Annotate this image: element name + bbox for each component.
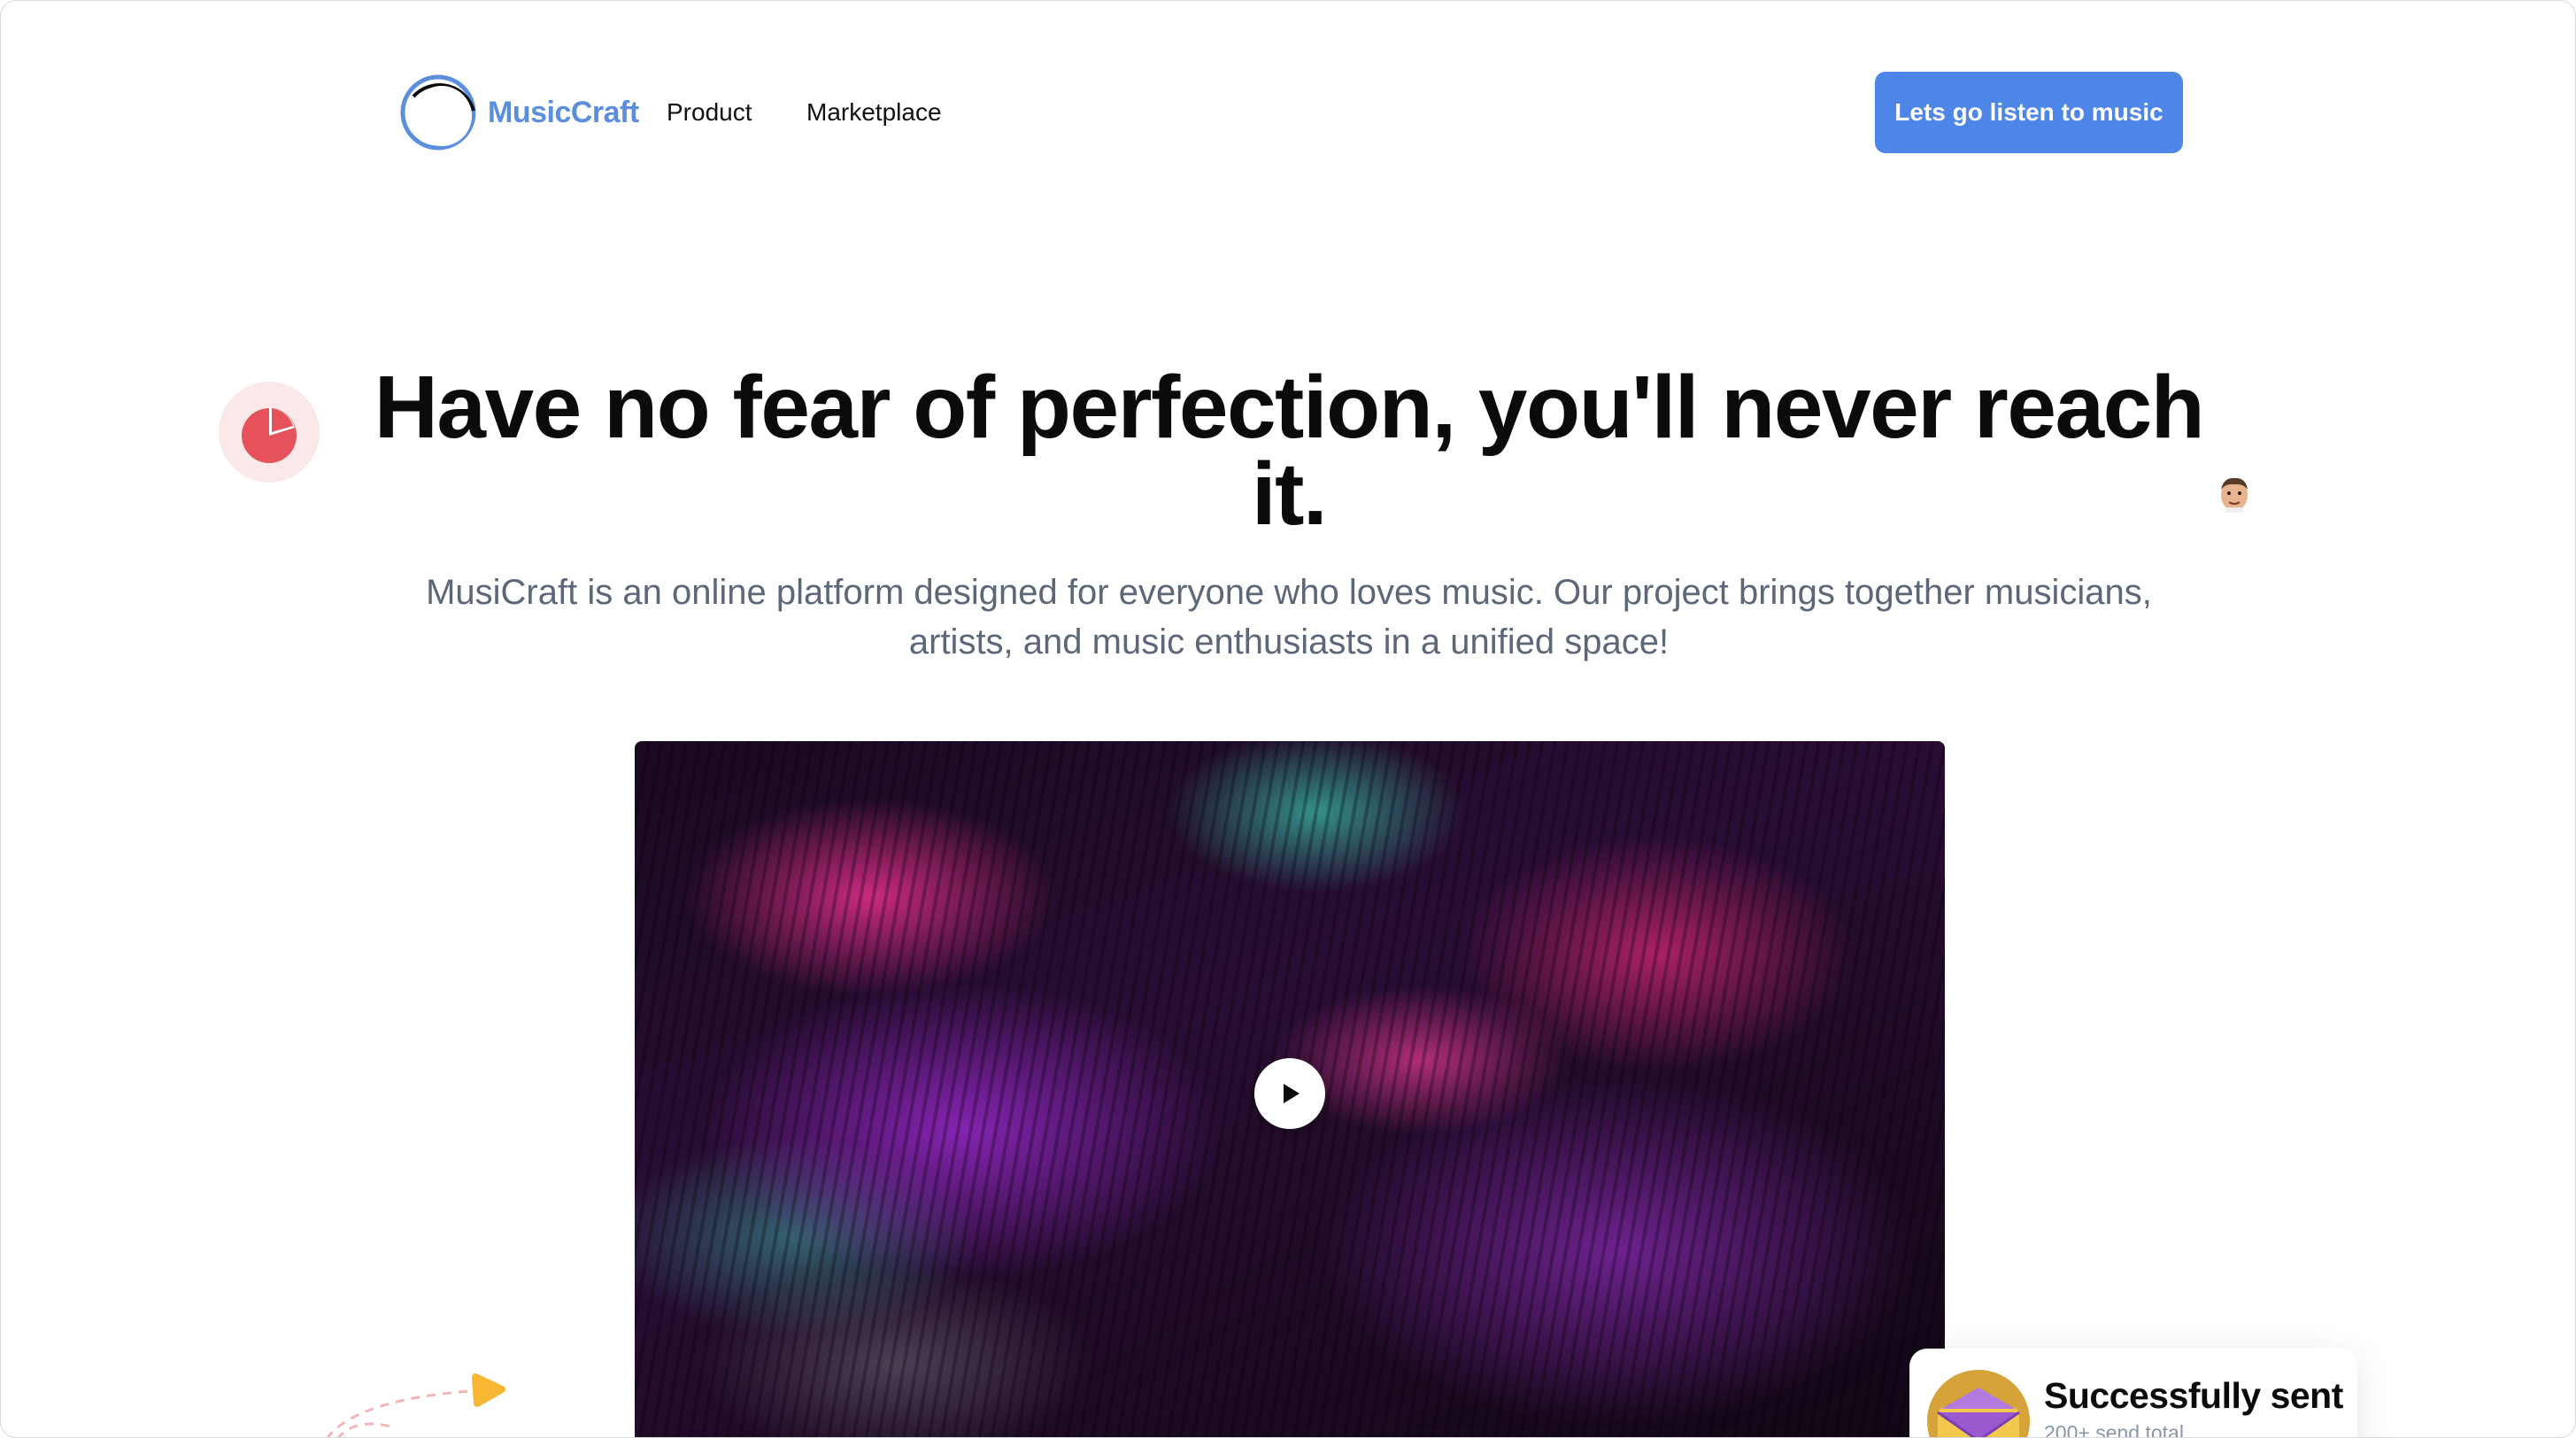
play-button[interactable] — [1254, 1058, 1325, 1129]
pie-chart-icon — [219, 382, 320, 483]
notification-subtitle: 200+ send total — [2044, 1421, 2184, 1438]
logo-ring-icon — [400, 74, 476, 151]
dashed-arrow-icon — [326, 1373, 505, 1437]
play-icon — [1284, 1084, 1300, 1103]
brand-name: MusicCraft — [488, 95, 639, 129]
nav-link-product[interactable]: Product — [667, 98, 752, 127]
hero-headline: Have no fear of perfection, you'll never… — [374, 358, 2205, 544]
notification-card: Successfully sent 200+ send total — [1909, 1349, 2357, 1438]
nav-link-marketplace[interactable]: Marketplace — [806, 98, 942, 127]
envelope-icon — [1927, 1370, 2030, 1437]
notification-title: Successfully sent — [2044, 1375, 2343, 1416]
listen-music-button[interactable]: Lets go listen to music — [1875, 72, 2183, 153]
hero-video[interactable] — [635, 741, 1945, 1437]
app-window: MusicCraft Product Marketplace Lets go l… — [0, 0, 2576, 1438]
brand-logo[interactable]: MusicCraft — [396, 70, 639, 155]
avatar-emoji-icon — [2221, 477, 2248, 513]
hero-subtitle: MusiCraft is an online platform designed… — [426, 573, 2152, 661]
